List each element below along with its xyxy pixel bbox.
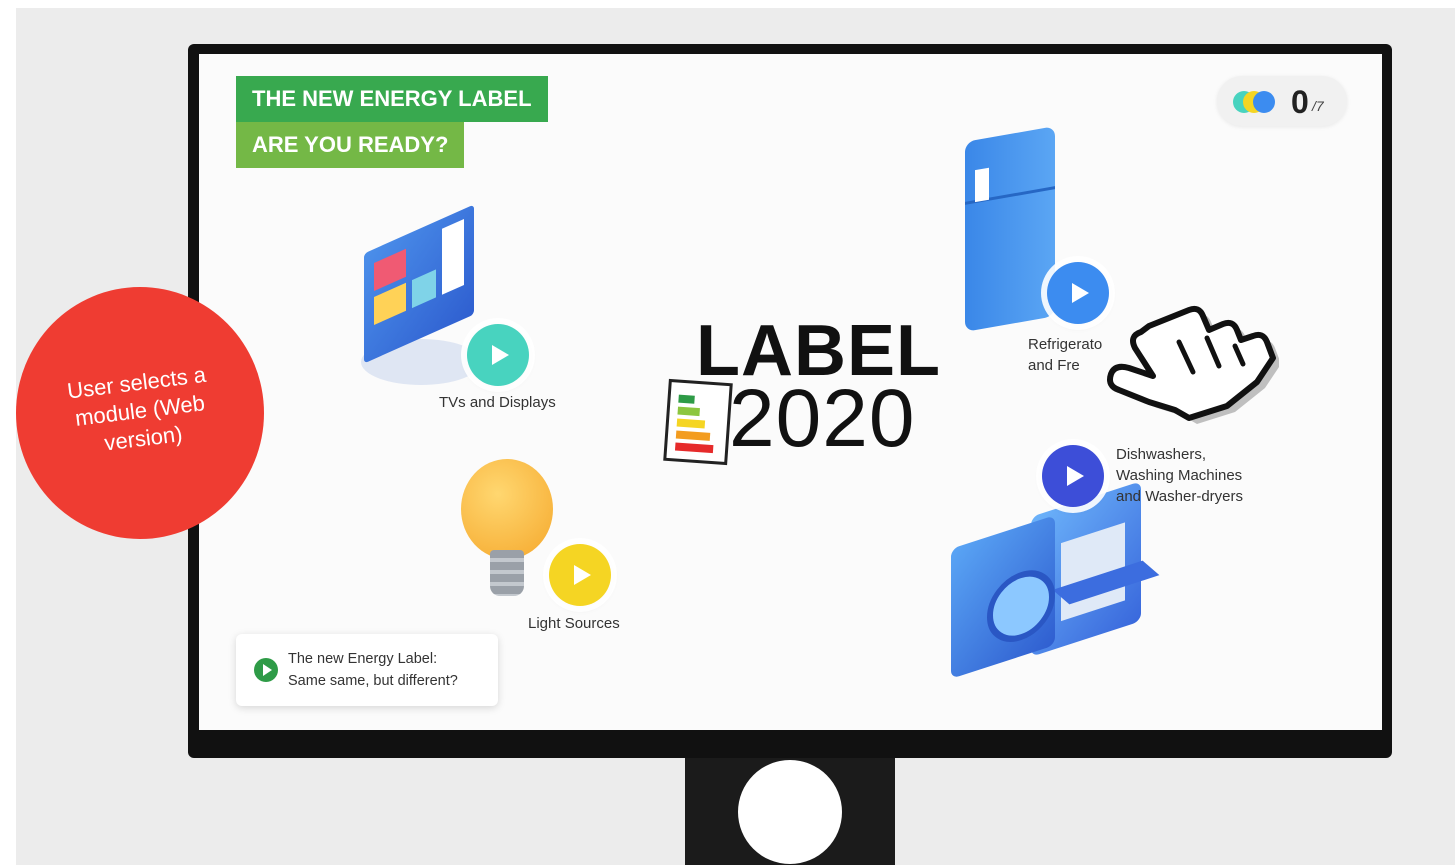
lights-label[interactable]: Light Sources [528, 613, 620, 634]
washing-machine-illustration[interactable] [951, 515, 1055, 679]
image-border-left [0, 0, 16, 865]
washers-label[interactable]: Dishwashers, Washing Machines and Washer… [1116, 444, 1243, 507]
lightbulb-illustration[interactable] [461, 459, 553, 559]
intro-play-icon[interactable] [254, 658, 278, 682]
tvs-play-button[interactable] [467, 324, 529, 386]
intro-card-text[interactable]: The new Energy Label: Same same, but dif… [288, 648, 458, 692]
annotation-bubble: User selects a module (Web version) [16, 287, 264, 539]
page-title-line2: ARE YOU READY? [236, 122, 465, 168]
progress-dots-icon [1233, 91, 1283, 113]
lights-play-button[interactable] [549, 544, 611, 606]
annotation-text: User selects a module (Web version) [65, 361, 208, 456]
intro-video-card[interactable]: The new Energy Label: Same same, but dif… [236, 634, 498, 706]
lightbulb-base-illustration [490, 550, 524, 596]
page-title-line1: THE NEW ENERGY LABEL [236, 76, 548, 122]
hand-pointer-icon [1107, 305, 1279, 424]
progress-score: 0 /7 [1217, 76, 1347, 126]
logo-year-text: 2020 [729, 373, 916, 464]
energy-label-icon [663, 378, 733, 466]
washers-play-button[interactable] [1042, 445, 1104, 507]
score-value: 0 [1291, 84, 1309, 120]
tvs-label[interactable]: TVs and Displays [439, 392, 556, 413]
monitor-stand-hole [738, 760, 842, 864]
fridge-illustration[interactable] [965, 126, 1055, 332]
score-total: /7 [1312, 98, 1324, 114]
app-screen: THE NEW ENERGY LABEL ARE YOU READY? 0 /7… [199, 54, 1382, 730]
image-border-top [0, 0, 1455, 8]
